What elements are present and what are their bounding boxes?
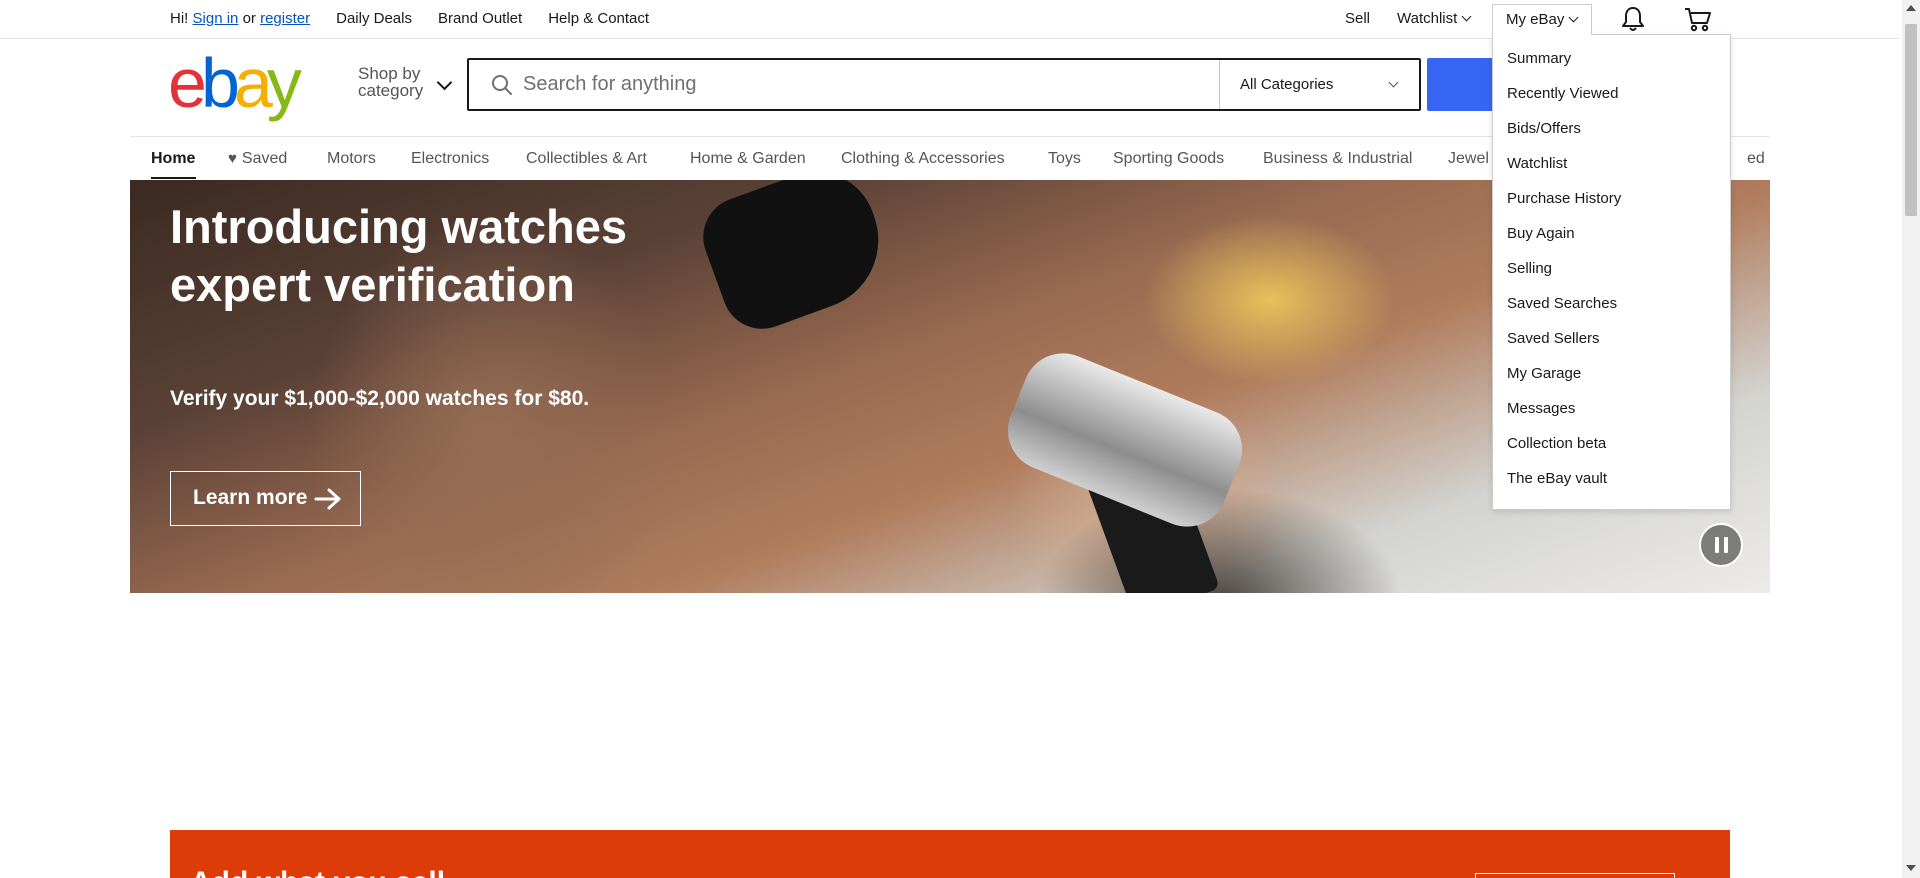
jeweler-loupe-image bbox=[692, 180, 898, 341]
category-label: category bbox=[358, 81, 424, 100]
nav-item-saved-label: Saved bbox=[241, 150, 288, 167]
menu-item-my-garage[interactable]: My Garage bbox=[1493, 364, 1730, 399]
nav-item-home-garden[interactable]: Home & Garden bbox=[690, 150, 806, 168]
menu-item-saved-sellers[interactable]: Saved Sellers bbox=[1493, 329, 1730, 364]
menu-item-watchlist[interactable]: Watchlist bbox=[1493, 154, 1730, 189]
menu-item-summary[interactable]: Summary bbox=[1493, 49, 1730, 84]
nav-item-toys[interactable]: Toys bbox=[1048, 150, 1081, 168]
search-icon bbox=[492, 75, 512, 95]
promo-banner[interactable]: Add what you sell bbox=[170, 830, 1730, 878]
daily-deals-link[interactable]: Daily Deals bbox=[336, 10, 412, 27]
chevron-down-icon[interactable] bbox=[436, 74, 453, 91]
menu-item-messages[interactable]: Messages bbox=[1493, 399, 1730, 434]
menu-item-selling[interactable]: Selling bbox=[1493, 259, 1730, 294]
chevron-down-icon bbox=[1461, 11, 1472, 22]
search-bar: All Categories bbox=[467, 58, 1421, 111]
menu-item-collection-beta[interactable]: Collection beta bbox=[1493, 434, 1730, 469]
arrow-right-icon bbox=[314, 488, 341, 510]
nav-item-collectibles-art[interactable]: Collectibles & Art bbox=[526, 150, 647, 168]
watchlist-menu[interactable]: Watchlist bbox=[1397, 10, 1472, 27]
watchlist-label: Watchlist bbox=[1397, 10, 1458, 27]
search-button[interactable] bbox=[1427, 58, 1497, 111]
nav-item-home[interactable]: Home bbox=[151, 150, 195, 168]
active-tab-underline bbox=[151, 177, 196, 179]
heart-icon: ♥ bbox=[228, 150, 237, 167]
nav-item-business-industrial[interactable]: Business & Industrial bbox=[1263, 150, 1412, 168]
scroll-down-arrow-icon[interactable] bbox=[1906, 865, 1916, 871]
promo-button[interactable] bbox=[1475, 873, 1675, 878]
or-text: or bbox=[242, 10, 256, 27]
pause-icon bbox=[1715, 537, 1719, 553]
sell-link[interactable]: Sell bbox=[1345, 10, 1370, 27]
scrollbar-thumb[interactable] bbox=[1905, 24, 1917, 216]
nav-item-electronics[interactable]: Electronics bbox=[411, 150, 489, 168]
greeting-text: Hi! bbox=[170, 10, 189, 27]
menu-item-purchase-history[interactable]: Purchase History bbox=[1493, 189, 1730, 224]
shop-by-label: Shop by bbox=[358, 64, 421, 83]
menu-item-recently-viewed[interactable]: Recently Viewed bbox=[1493, 84, 1730, 119]
logo-letter-b: b bbox=[200, 44, 240, 122]
my-ebay-label: My eBay bbox=[1506, 11, 1565, 28]
my-ebay-menu-button[interactable]: My eBay bbox=[1492, 4, 1592, 35]
greeting-area: Hi! Sign in or register Daily Deals Bran… bbox=[170, 10, 649, 27]
learn-more-label: Learn more bbox=[193, 486, 308, 509]
pause-icon bbox=[1724, 537, 1728, 553]
chevron-down-icon bbox=[1568, 12, 1579, 23]
help-contact-link[interactable]: Help & Contact bbox=[548, 10, 649, 27]
hero-title: Introducing watches expert verification bbox=[170, 200, 627, 311]
hero-subtitle: Verify your $1,000-$2,000 watches for $8… bbox=[170, 387, 590, 410]
cart-icon[interactable] bbox=[1683, 5, 1713, 33]
menu-item-bids-offers[interactable]: Bids/Offers bbox=[1493, 119, 1730, 154]
logo-letter-e: e bbox=[168, 44, 207, 122]
bell-icon[interactable] bbox=[1619, 5, 1647, 33]
nav-item-saved[interactable]: ♥ Saved bbox=[228, 150, 287, 168]
category-select[interactable]: All Categories bbox=[1220, 60, 1419, 109]
brand-outlet-link[interactable]: Brand Outlet bbox=[438, 10, 522, 27]
nav-item-motors[interactable]: Motors bbox=[327, 150, 376, 168]
promo-title: Add what you sell bbox=[190, 866, 445, 878]
scroll-up-arrow-icon[interactable] bbox=[1906, 5, 1916, 11]
sign-in-link[interactable]: Sign in bbox=[193, 10, 239, 27]
register-link[interactable]: register bbox=[260, 10, 310, 27]
menu-item-ebay-vault[interactable]: The eBay vault bbox=[1493, 469, 1730, 504]
logo-letter-a: a bbox=[233, 44, 273, 122]
nav-item-jewelry-watches[interactable]: Jewel bbox=[1448, 150, 1489, 168]
nav-item-clothing-accessories[interactable]: Clothing & Accessories bbox=[841, 150, 1005, 168]
nav-item-sporting-goods[interactable]: Sporting Goods bbox=[1113, 150, 1224, 168]
page-scrollbar[interactable] bbox=[1902, 0, 1920, 878]
learn-more-button[interactable]: Learn more bbox=[170, 471, 361, 526]
logo-letter-y: y bbox=[266, 44, 302, 122]
nav-item-refurbished[interactable]: ed bbox=[1747, 150, 1765, 168]
shop-by-category-button[interactable]: Shop by category bbox=[358, 65, 423, 99]
menu-item-buy-again[interactable]: Buy Again bbox=[1493, 224, 1730, 259]
menu-item-saved-searches[interactable]: Saved Searches bbox=[1493, 294, 1730, 329]
my-ebay-dropdown: Summary Recently Viewed Bids/Offers Watc… bbox=[1492, 34, 1731, 510]
pause-button[interactable] bbox=[1699, 523, 1743, 567]
ebay-logo[interactable]: ebay bbox=[168, 44, 302, 122]
search-input[interactable] bbox=[523, 62, 1163, 107]
